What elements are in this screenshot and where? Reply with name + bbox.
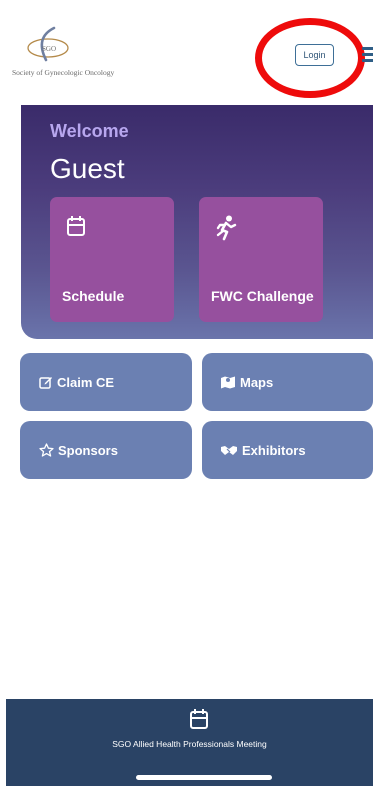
welcome-hero: Welcome Guest Schedule FWC Challenge <box>21 105 373 339</box>
app-screen: SGO Society of Gynecologic Oncology Logi… <box>0 0 373 786</box>
hamburger-menu-icon[interactable] <box>362 45 373 63</box>
maps-button[interactable]: Maps <box>202 353 373 411</box>
sponsors-button[interactable]: Sponsors <box>20 421 192 479</box>
bottom-tab-bar: SGO Allied Health Professionals Meeting <box>6 699 373 786</box>
handshake-icon <box>220 444 238 456</box>
edit-icon <box>39 375 53 389</box>
welcome-heading: Welcome <box>50 121 129 141</box>
claim-ce-button[interactable]: Claim CE <box>20 353 192 411</box>
star-icon <box>39 443 54 457</box>
sponsors-label: Sponsors <box>58 442 118 458</box>
meeting-tab-label[interactable]: SGO Allied Health Professionals Meeting <box>6 739 373 749</box>
claim-ce-label: Claim CE <box>57 374 115 390</box>
fwc-challenge-card[interactable]: FWC Challenge <box>199 197 323 322</box>
calendar-icon <box>66 215 86 242</box>
fwc-challenge-card-label: FWC Challenge <box>211 288 314 304</box>
runner-icon <box>215 215 237 246</box>
schedule-card[interactable]: Schedule <box>50 197 174 322</box>
logo-text: SGO <box>42 45 56 53</box>
logo-caption: Society of Gynecologic Oncology <box>12 68 115 77</box>
header: SGO Society of Gynecologic Oncology Logi… <box>0 0 373 100</box>
exhibitors-label: Exhibitors <box>242 442 306 458</box>
sgo-logo[interactable]: SGO Society of Gynecologic Oncology <box>12 26 122 81</box>
map-icon <box>220 375 236 389</box>
exhibitors-button[interactable]: Exhibitors <box>202 421 373 479</box>
home-indicator <box>136 775 272 780</box>
schedule-card-label: Schedule <box>62 288 125 304</box>
user-name: Guest <box>50 153 125 184</box>
logo-mark-icon: SGO <box>27 26 69 62</box>
login-button[interactable]: Login <box>295 44 334 66</box>
calendar-icon[interactable] <box>189 708 209 735</box>
maps-label: Maps <box>240 374 274 390</box>
